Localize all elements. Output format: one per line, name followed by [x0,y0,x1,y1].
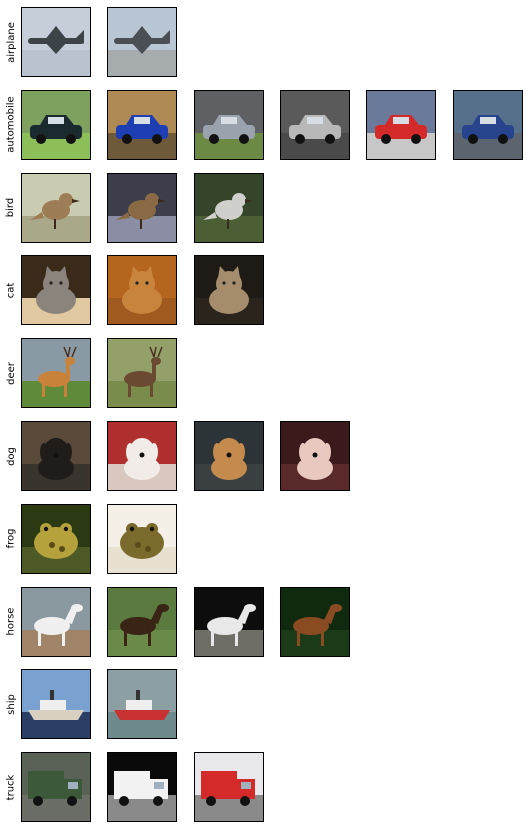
bird-picture [108,173,177,242]
grid-row-horse: horse [0,586,527,657]
image-thumbnail-car [107,89,178,160]
grid-row-automobile: automobile [0,89,527,160]
row-label: deer [2,338,20,408]
grid-row-deer: deer [0,338,527,409]
car-picture [22,90,90,159]
car-picture [453,90,522,159]
image-thumbnail-car [366,89,437,160]
grid-row-dog: dog [0,421,527,491]
image-thumbnail-truck [193,752,264,823]
dog-picture [108,422,177,490]
row-label-text: automobile [5,96,17,154]
cat-picture [22,256,90,325]
dog-picture [280,422,349,490]
car-picture [108,90,177,159]
image-thumbnail-deer [21,338,91,409]
image-thumbnail-dog [193,421,264,491]
row-label-text: cat [5,282,17,299]
horse-picture [22,587,90,656]
image-thumbnail-truck [21,752,91,823]
image-thumbnail-airplane [107,7,178,77]
dog-picture [194,422,263,490]
dog-picture [22,422,90,490]
bird-picture [194,173,263,242]
grid-row-airplane: airplane [0,7,527,77]
row-label: bird [2,173,20,243]
image-thumbnail-dog [107,421,178,491]
bird-picture [22,173,90,242]
image-thumbnail-car [193,89,264,160]
row-label-text: airplane [5,21,17,63]
truck-picture [194,753,263,822]
image-thumbnail-truck [107,752,178,823]
image-thumbnail-car [279,89,350,160]
image-thumbnail-dog [21,421,91,491]
cat-picture [194,256,263,325]
airplane-picture [22,8,90,76]
frog-picture [108,504,177,573]
row-label-text: truck [5,774,17,801]
image-thumbnail-bird [21,172,91,243]
car-picture [280,90,349,159]
image-thumbnail-horse [21,586,91,657]
frog-picture [22,504,90,573]
image-thumbnail-car [452,89,523,160]
row-label-text: bird [5,197,17,218]
image-thumbnail-ship [107,669,178,740]
image-thumbnail-frog [107,503,178,574]
image-thumbnail-cat [107,255,178,326]
grid-row-ship: ship [0,669,527,740]
row-label: ship [2,669,20,739]
deer-picture [22,339,90,408]
truck-picture [22,753,90,822]
image-thumbnail-frog [21,503,91,574]
row-label: truck [2,752,20,822]
image-thumbnail-cat [21,255,91,326]
row-label-text: ship [5,694,17,715]
image-thumbnail-horse [279,586,350,657]
image-thumbnail-deer [107,338,178,409]
horse-picture [108,587,177,656]
airplane-picture [108,8,177,76]
row-label-text: deer [5,361,17,385]
row-label: automobile [2,90,20,160]
row-label: frog [2,504,20,574]
row-label: cat [2,255,20,325]
row-label-text: frog [5,528,17,549]
image-thumbnail-car [21,89,91,160]
image-thumbnail-bird [193,172,264,243]
row-label: airplane [2,7,20,77]
row-label: dog [2,421,20,491]
grid-row-cat: cat [0,255,527,326]
image-thumbnail-airplane [21,7,91,77]
cat-picture [108,256,177,325]
truck-picture [108,753,177,822]
image-thumbnail-bird [107,172,178,243]
horse-picture [194,587,263,656]
row-label: horse [2,587,20,657]
image-thumbnail-dog [279,421,350,491]
row-label-text: dog [5,446,17,466]
image-thumbnail-cat [193,255,264,326]
grid-row-bird: bird [0,172,527,243]
grid-row-frog: frog [0,503,527,574]
image-thumbnail-ship [21,669,91,740]
row-label-text: horse [5,607,17,636]
image-thumbnail-horse [107,586,178,657]
car-picture [194,90,263,159]
ship-picture [108,670,177,739]
horse-picture [280,587,349,656]
ship-picture [22,670,90,739]
image-thumbnail-horse [193,586,264,657]
deer-picture [108,339,177,408]
grid-row-truck: truck [0,752,527,823]
car-picture [367,90,436,159]
